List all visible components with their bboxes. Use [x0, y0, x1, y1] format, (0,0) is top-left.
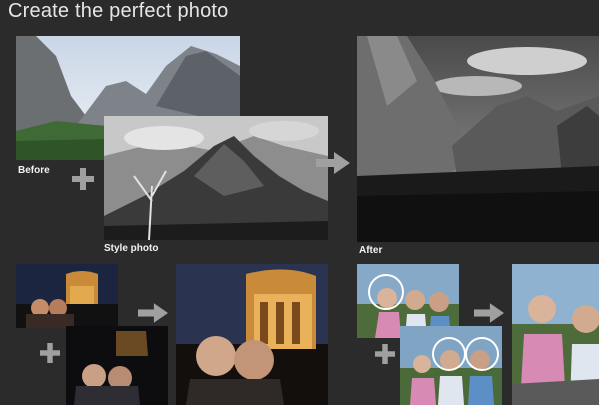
style-photo-label: Style photo [104, 243, 159, 254]
after-photo [357, 36, 599, 242]
style-photo [104, 116, 328, 240]
arrow-right-icon [138, 303, 168, 323]
after-label: After [359, 245, 383, 256]
arrow-right-icon [316, 152, 350, 174]
page-title: Create the perfect photo [8, 0, 229, 22]
plus-icon [72, 168, 94, 190]
face-highlight-circle [368, 274, 404, 310]
boys-result-photo [512, 264, 599, 405]
before-label: Before [18, 165, 50, 176]
plus-icon [40, 343, 60, 363]
face-highlight-circle [432, 337, 466, 371]
plus-icon [375, 344, 395, 364]
palace-photo [16, 264, 118, 328]
palace-result-photo [176, 264, 328, 405]
face-highlight-circle [465, 337, 499, 371]
girls-photo [66, 326, 168, 405]
arrow-right-icon [474, 303, 504, 323]
